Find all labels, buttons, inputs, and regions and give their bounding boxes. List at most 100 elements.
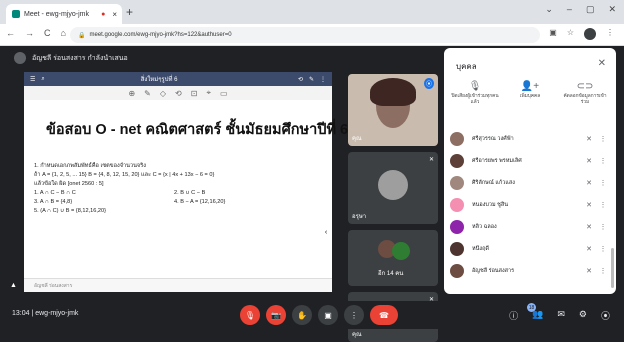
choice: 1. A ∩ C − B ∩ C	[34, 190, 76, 196]
mic-off-icon: ✕	[586, 224, 592, 231]
chat-icon[interactable]: ✉	[557, 309, 565, 322]
panel-scrollbar[interactable]	[611, 248, 614, 288]
maximize-button[interactable]: ▢	[586, 4, 595, 15]
bookmark-star-icon[interactable]: ☆	[567, 28, 574, 40]
others-tile[interactable]: อีก 14 คน	[348, 230, 438, 286]
participant-name: หนึ่งฤดี	[472, 246, 489, 252]
mic-toggle-button[interactable]: 🎙	[240, 305, 260, 325]
close-tab-icon[interactable]: ×	[112, 10, 117, 19]
screen-share: ☰ ⌕ สิ่งใหม่ๆรูปที่ 6 ⟲ ✎ ⋮ ⊕ ✎ ◇ ⟲ ⊡ ⌖ …	[24, 72, 349, 292]
pen-icon: ✎	[144, 88, 151, 98]
participant-name: หนองบวม ชูสิน	[472, 202, 508, 208]
cast-icon[interactable]: ▣	[549, 28, 557, 40]
close-panel-icon[interactable]: ✕	[598, 58, 606, 69]
avatar	[450, 154, 464, 168]
more-options-button[interactable]: ⋮	[344, 305, 364, 325]
browser-tab[interactable]: Meet - ewg-mjyo-jmk ● ×	[6, 4, 122, 24]
avatar	[450, 198, 464, 212]
reload-icon[interactable]: C	[44, 28, 51, 38]
participant-tile[interactable]: ✕ อรุษา	[348, 152, 438, 224]
question-line: แล้วข้อใด ผิด [onet 2560 : 5]	[34, 181, 104, 187]
more-options-icon[interactable]: ⋮	[596, 135, 610, 143]
eraser-icon: ◇	[159, 88, 167, 98]
mute-all-button[interactable]: 🎙 ปิดเสียงผู้เข้าร่วมทุกคนแล้ว	[450, 82, 500, 106]
profile-avatar[interactable]	[584, 28, 596, 40]
mic-off-icon: ✕	[586, 202, 592, 209]
avatar	[450, 242, 464, 256]
participant-name: อัญชลี ร่อนสงสาร	[472, 268, 515, 274]
minimize-button[interactable]: –	[567, 4, 572, 15]
collapse-panel-button[interactable]: ‹	[322, 221, 330, 243]
mic-off-icon: ✕	[586, 268, 592, 275]
tab-bar: Meet - ewg-mjyo-jmk ● × + ⌄ – ▢ ✕	[0, 0, 624, 24]
people-icon[interactable]: 👥	[532, 309, 543, 322]
new-tab-button[interactable]: +	[126, 5, 133, 19]
list-item[interactable]: หนองบวม ชูสิน ✕ ⋮	[450, 194, 610, 216]
recording-icon: ●	[101, 10, 106, 18]
browser-menu-icon[interactable]: ⋮	[606, 28, 614, 40]
others-avatar	[392, 242, 410, 260]
back-icon[interactable]: ←	[6, 28, 15, 38]
copy-info-button[interactable]: ⊂⊃ คัดลอกข้อมูลการเข้าร่วม	[560, 81, 610, 106]
presenter-footer-name: อัญชลี ร่อนสงสาร	[34, 282, 73, 289]
info-icon[interactable]: ⓘ	[509, 309, 518, 322]
url-field[interactable]: 🔒 meet.google.com/ewg-mjyo-jmk?hs=122&au…	[70, 27, 540, 43]
close-window-button[interactable]: ✕	[608, 4, 616, 15]
list-item[interactable]: อัญชลี ร่อนสงสาร ✕ ⋮	[450, 260, 610, 282]
choice-row: 3. A ∩ B = {4,8} 4. B − A = {12,16,20}	[34, 198, 324, 207]
activities-icon[interactable]: ⚙	[579, 309, 587, 322]
choice: 3. A ∩ B = {4,8}	[34, 199, 73, 205]
exam-title: ข้อสอบ O - net คณิตศาสตร์ ชั้นมัธยมศึกษา…	[46, 122, 349, 138]
link-icon: ⊂⊃	[576, 81, 594, 92]
choice: 2. B ∪ C − B	[174, 190, 206, 196]
exam-body: 1. กำหนดเอกภพสัมพัทธ์คือ เซตของจำนวนจริง…	[34, 162, 324, 216]
more-options-icon[interactable]: ⋮	[596, 179, 610, 187]
participant-tile[interactable]: ⦿ คุณ	[348, 74, 438, 146]
tab-search-icon[interactable]: ⌄	[545, 4, 553, 15]
add-person-icon: 👤+	[520, 81, 540, 92]
others-count: อีก 14 คน	[378, 271, 404, 277]
raise-hand-button[interactable]: ✋	[292, 305, 312, 325]
annotation-toolbar: ⊕ ✎ ◇ ⟲ ⊡ ⌖ ▭	[24, 86, 332, 100]
more-options-icon[interactable]: ⋮	[596, 157, 610, 165]
choice-row: 5. (A ∩ C) ∪ B = {8,12,16,20}	[34, 207, 324, 216]
avatar	[450, 176, 464, 190]
speaking-icon: ⦿	[423, 78, 434, 89]
call-controls: 🎙 📷 ✋ ▣ ⋮ ☎	[240, 305, 398, 325]
zoom-icon: ⊕	[128, 88, 136, 98]
meeting-controls-bar: 13:04 | ewg-mjyo-jmk 🎙 📷 ✋ ▣ ⋮ ☎ 18 ⓘ 👥 …	[0, 301, 624, 329]
participant-hair	[370, 78, 416, 106]
people-panel: บุคคล ✕ 🎙 ปิดเสียงผู้เข้าร่วมทุกคนแล้ว 👤…	[444, 48, 616, 294]
forward-icon[interactable]: →	[25, 28, 34, 38]
list-item[interactable]: ศิริลักษณ์ แก้วแสง ✕ ⋮	[450, 172, 610, 194]
choice: 5. (A ∩ C) ∪ B = {8,12,16,20}	[34, 208, 107, 214]
menu-icon: ☰	[30, 76, 36, 83]
list-item[interactable]: ศรีสุวรรณ วงศ์ฟ้า ✕ ⋮	[450, 128, 610, 150]
present-button[interactable]: ▣	[318, 305, 338, 325]
pin-icon[interactable]: ▲	[10, 282, 17, 289]
more-options-icon[interactable]: ⋮	[596, 267, 610, 275]
participant-list: ศรีสุวรรณ วงศ์ฟ้า ✕ ⋮ ศรีอารยพร พรหมเลิศ ✕ ⋮…	[450, 128, 610, 282]
edit-icon: ✎	[308, 76, 314, 83]
host-controls-icon[interactable]: ⦿	[601, 309, 610, 322]
list-item[interactable]: หลิว ฉลอง ✕ ⋮	[450, 216, 610, 238]
end-call-button[interactable]: ☎	[370, 305, 398, 325]
participant-name: ศิริลักษณ์ แก้วแสง	[472, 180, 515, 186]
participant-name: ศรีอารยพร พรหมเลิศ	[472, 158, 522, 164]
more-options-icon[interactable]: ⋮	[596, 201, 610, 209]
question-line: ถ้า A = {1, 2, 5, ... 15} B = {4, 8, 12,…	[34, 172, 215, 178]
presenter-avatar	[14, 52, 26, 64]
list-item[interactable]: ศรีอารยพร พรหมเลิศ ✕ ⋮	[450, 150, 610, 172]
meet-favicon-icon	[12, 10, 20, 18]
more-options-icon[interactable]: ⋮	[596, 245, 610, 253]
action-label: ปิดเสียงผู้เข้าร่วมทุกคนแล้ว	[451, 94, 499, 105]
search-icon: ⌕	[41, 75, 45, 82]
panel-actions: 🎙 ปิดเสียงผู้เข้าร่วมทุกคนแล้ว 👤+ เพิ่มบ…	[450, 81, 610, 106]
more-options-icon[interactable]: ⋮	[596, 223, 610, 231]
list-item[interactable]: หนึ่งฤดี ✕ ⋮	[450, 238, 610, 260]
camera-toggle-button[interactable]: 📷	[266, 305, 286, 325]
add-people-button[interactable]: 👤+ เพิ่มบุคคล	[505, 81, 555, 106]
tile-name: อรุษา	[352, 214, 367, 220]
participant-name: ศรีสุวรรณ วงศ์ฟ้า	[472, 136, 514, 142]
home-icon[interactable]: ⌂	[61, 28, 66, 38]
